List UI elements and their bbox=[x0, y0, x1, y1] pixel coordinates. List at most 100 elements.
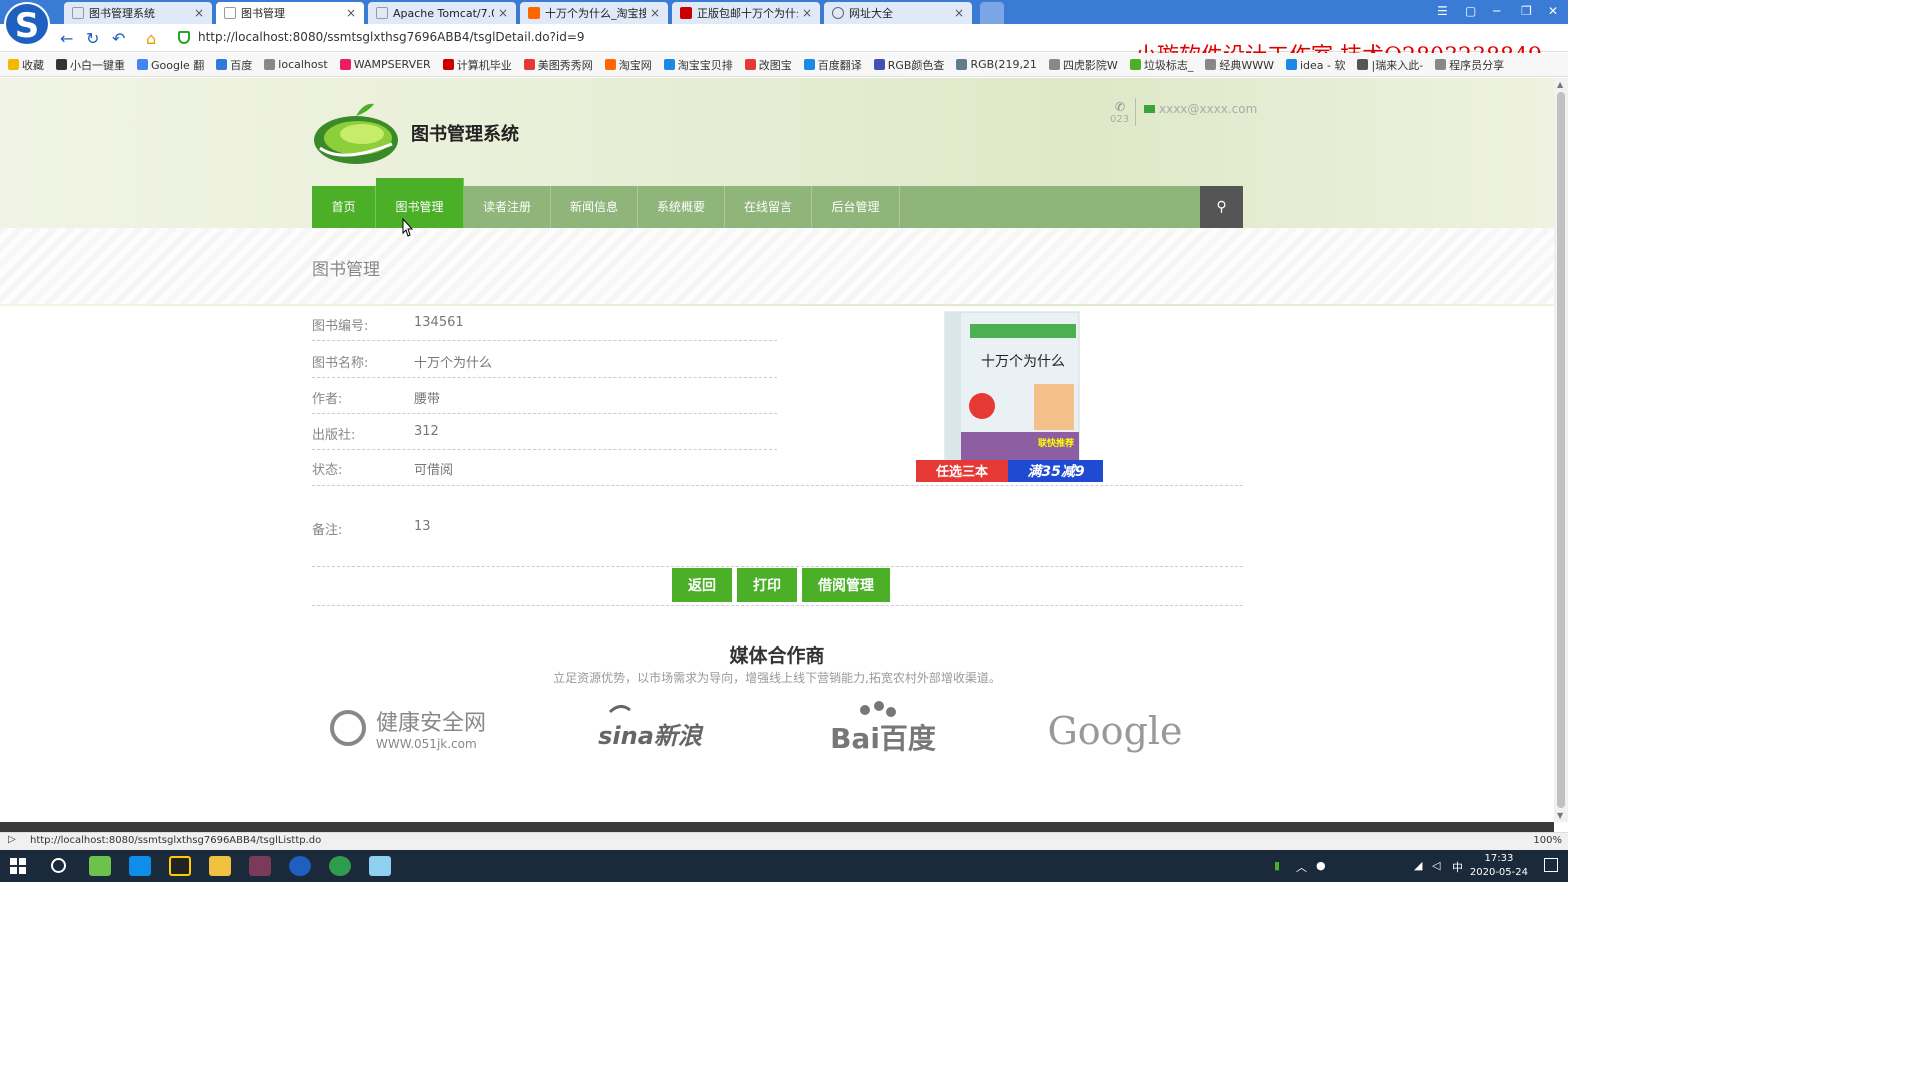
partner-logo-baidu[interactable]: Bai百度 bbox=[805, 698, 960, 762]
skin-icon[interactable]: ▢ bbox=[1465, 4, 1476, 18]
bookmark-item[interactable]: 百度 bbox=[216, 57, 252, 73]
bookmark-icon bbox=[663, 59, 675, 70]
tab-5[interactable]: 网址大全 × bbox=[824, 2, 972, 24]
refresh-icon[interactable]: ↻ bbox=[86, 29, 99, 48]
new-tab-button[interactable] bbox=[980, 2, 1004, 24]
bookmark-item[interactable]: 百度翻译 bbox=[803, 57, 862, 73]
tab-3[interactable]: 十万个为什么_淘宝搜索 × bbox=[520, 2, 668, 24]
app-360-icon[interactable] bbox=[89, 856, 111, 876]
bookmark-item[interactable]: 收藏 bbox=[8, 57, 44, 73]
nav-system-overview[interactable]: 系统概要 bbox=[638, 186, 725, 228]
close-window-icon[interactable]: ✕ bbox=[1548, 4, 1558, 18]
sogou-browser-icon[interactable] bbox=[289, 856, 311, 876]
tab-1[interactable]: 图书管理 × bbox=[216, 2, 364, 24]
home-icon[interactable]: ⌂ bbox=[146, 29, 156, 48]
bookmark-item[interactable]: idea - 软 bbox=[1285, 57, 1345, 73]
file-explorer-icon[interactable] bbox=[209, 856, 231, 876]
bookmark-item[interactable]: 经典WWW bbox=[1205, 57, 1274, 73]
qq-icon[interactable] bbox=[169, 856, 191, 876]
bookmark-item[interactable]: RGB颜色查 bbox=[873, 57, 944, 73]
bookmark-item[interactable]: WAMPSERVER bbox=[339, 58, 431, 71]
app-icon[interactable] bbox=[249, 856, 271, 876]
page-icon bbox=[72, 7, 84, 19]
nav-guestbook[interactable]: 在线留言 bbox=[725, 186, 812, 228]
field-value: 312 bbox=[414, 424, 439, 439]
tab-close-icon[interactable]: × bbox=[802, 6, 812, 20]
nav-news[interactable]: 新闻信息 bbox=[551, 186, 638, 228]
battery-icon[interactable]: ▮ bbox=[1274, 859, 1280, 872]
tab-close-icon[interactable]: × bbox=[194, 6, 204, 20]
bookmark-item[interactable]: 计算机毕业 bbox=[442, 57, 512, 73]
bookmark-item[interactable]: 四虎影院W bbox=[1048, 57, 1118, 73]
bookmark-item[interactable]: localhost bbox=[264, 58, 328, 71]
system-clock[interactable]: 17:33 2020-05-24 bbox=[1470, 852, 1528, 880]
zoom-level[interactable]: 100% bbox=[1533, 835, 1562, 846]
tab-close-icon[interactable]: × bbox=[650, 6, 660, 20]
borrow-management-button[interactable]: 借阅管理 bbox=[802, 568, 890, 602]
undo-icon[interactable]: ↶ bbox=[112, 29, 125, 48]
back-button[interactable]: 返回 bbox=[672, 568, 732, 602]
field-book-id: 图书编号: 134561 bbox=[312, 305, 777, 341]
bookmark-item[interactable]: 淘宝宝贝排 bbox=[663, 57, 733, 73]
menu-icon[interactable]: ☰ bbox=[1437, 4, 1448, 18]
bookmark-label: |瑞来入此- bbox=[1371, 58, 1424, 72]
mail-icon bbox=[1144, 105, 1155, 113]
tab-4[interactable]: 正版包邮十万个为什么 × bbox=[672, 2, 820, 24]
bookmark-item[interactable]: RGB(219,21 bbox=[956, 58, 1037, 71]
search-icon[interactable] bbox=[51, 858, 66, 873]
url-input[interactable]: http://localhost:8080/ssmtsglxthsg7696AB… bbox=[198, 30, 585, 44]
search-icon[interactable]: ⚲ bbox=[1200, 186, 1243, 228]
scroll-thumb[interactable] bbox=[1557, 92, 1565, 808]
tab-close-icon[interactable]: × bbox=[346, 6, 356, 20]
bookmark-icon bbox=[264, 59, 276, 70]
bookmark-item[interactable]: 程序员分享 bbox=[1435, 57, 1504, 73]
ime-indicator[interactable]: 中 bbox=[1452, 859, 1463, 875]
page-scrollbar[interactable]: ▲ ▼ bbox=[1554, 78, 1568, 822]
notification-icon[interactable] bbox=[1544, 858, 1558, 872]
windows-start-icon[interactable] bbox=[10, 858, 26, 874]
page-viewport: 图书管理系统 ✆ 023 xxxx@xxxx.com 首页 图书管理 读者注册 … bbox=[0, 78, 1554, 822]
minimize-icon[interactable]: ─ bbox=[1493, 4, 1500, 18]
bookmark-item[interactable]: Google 翻 bbox=[137, 57, 204, 73]
clock-time: 17:33 bbox=[1484, 853, 1514, 864]
nav-book-management[interactable]: 图书管理 bbox=[376, 178, 464, 228]
bookmark-item[interactable]: 垃圾标志_ bbox=[1129, 57, 1193, 73]
tray-chevron-icon[interactable]: ︿ bbox=[1296, 859, 1307, 875]
bookmark-item[interactable]: 淘宝网 bbox=[604, 57, 652, 73]
nav-home[interactable]: 首页 bbox=[312, 186, 376, 228]
globe-icon bbox=[832, 7, 844, 19]
bookmark-item[interactable]: 美图秀秀网 bbox=[523, 57, 593, 73]
bookmark-icon bbox=[1435, 59, 1447, 70]
partner-logo-051jk[interactable]: 健康安全网 WWW.051jk.com bbox=[328, 698, 508, 762]
tab-label: 图书管理系统 bbox=[89, 7, 155, 20]
bookmark-item[interactable]: 小白一键重 bbox=[56, 57, 125, 73]
notepad-icon[interactable] bbox=[369, 856, 391, 876]
back-icon[interactable]: ← bbox=[60, 29, 73, 48]
field-value: 十万个为什么 bbox=[414, 356, 493, 371]
network-icon[interactable]: ◢ bbox=[1414, 859, 1422, 872]
bookmark-item[interactable]: 改图宝 bbox=[744, 57, 792, 73]
scroll-down-icon[interactable]: ▼ bbox=[1557, 811, 1563, 820]
bookmark-item[interactable]: |瑞来入此- bbox=[1357, 57, 1423, 73]
nav-reader-register[interactable]: 读者注册 bbox=[464, 186, 551, 228]
volume-icon[interactable]: ◁ bbox=[1432, 859, 1440, 872]
email-link[interactable]: xxxx@xxxx.com bbox=[1159, 102, 1257, 116]
site-logo[interactable] bbox=[312, 100, 400, 166]
browser-icon[interactable] bbox=[329, 856, 351, 876]
partner-logo-google[interactable]: Google bbox=[1040, 698, 1190, 762]
bell-icon[interactable]: ● bbox=[1316, 859, 1326, 872]
partner-sub: WWW.051jk.com bbox=[376, 737, 477, 751]
maximize-icon[interactable]: ❐ bbox=[1521, 4, 1532, 18]
partner-logo-sina[interactable]: sina新浪 bbox=[590, 698, 710, 762]
tab-2[interactable]: Apache Tomcat/7.0.6 × bbox=[368, 2, 516, 24]
teamviewer-icon[interactable] bbox=[129, 856, 151, 876]
tab-close-icon[interactable]: × bbox=[954, 6, 964, 20]
print-button[interactable]: 打印 bbox=[737, 568, 797, 602]
tab-close-icon[interactable]: × bbox=[498, 6, 508, 20]
scroll-up-icon[interactable]: ▲ bbox=[1557, 80, 1563, 89]
tab-0[interactable]: 图书管理系统 × bbox=[64, 2, 212, 24]
bookmark-label: 程序员分享 bbox=[1449, 58, 1505, 72]
field-remark: 备注: 13 bbox=[312, 485, 1243, 567]
field-label: 出版社: bbox=[312, 428, 356, 443]
nav-admin[interactable]: 后台管理 bbox=[812, 186, 900, 228]
